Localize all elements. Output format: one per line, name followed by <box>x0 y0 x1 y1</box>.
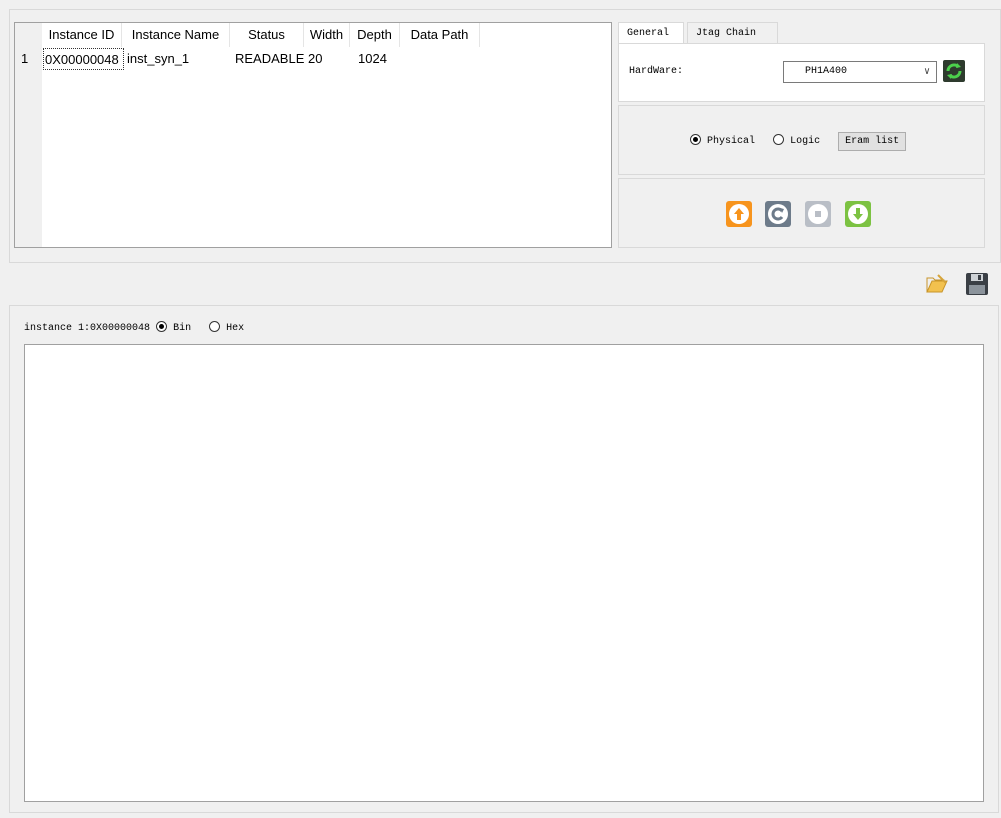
col-instance-name[interactable]: Instance Name <box>122 23 230 47</box>
tab-jtag-label: Jtag Chain <box>696 28 757 39</box>
reload-button[interactable] <box>765 201 791 227</box>
data-view[interactable] <box>24 344 984 802</box>
download-button[interactable] <box>845 201 871 227</box>
tab-general-label: General <box>627 28 670 39</box>
open-button[interactable] <box>925 272 949 296</box>
hardware-value: PH1A400 <box>805 66 848 77</box>
save-button[interactable] <box>965 272 989 296</box>
folder-open-icon <box>926 274 948 293</box>
physical-label: Physical <box>707 136 756 147</box>
eram-list-button[interactable]: Eram list <box>838 132 907 151</box>
refresh-icon <box>768 204 788 224</box>
mode-panel: Physical Logic Eram list <box>618 105 985 175</box>
physical-radio[interactable]: Physical <box>690 134 756 147</box>
floppy-disk-icon <box>966 273 988 295</box>
row-index: 1 <box>21 51 29 66</box>
general-panel: HardWare: PH1A400 ∨ <box>618 43 985 102</box>
hex-radio[interactable]: Hex <box>209 321 245 334</box>
hardware-label: HardWare: <box>629 66 684 77</box>
row-gutter <box>15 23 42 247</box>
radio-selected-icon <box>156 321 168 332</box>
cell-depth[interactable]: 1024 <box>358 48 387 70</box>
hex-label: Hex <box>226 323 245 334</box>
col-data-path[interactable]: Data Path <box>400 23 480 47</box>
col-instance-id[interactable]: Instance ID <box>42 23 122 47</box>
cell-instance-id[interactable]: 0X00000048 <box>43 48 124 70</box>
radio-empty-icon <box>773 134 785 145</box>
refresh-hardware-button[interactable] <box>943 60 965 82</box>
radio-empty-icon <box>209 321 221 332</box>
hardware-select[interactable]: PH1A400 ∨ <box>783 61 937 83</box>
col-depth[interactable]: Depth <box>350 23 400 47</box>
tab-general[interactable]: General <box>618 22 684 44</box>
chevron-down-icon: ∨ <box>923 67 930 78</box>
tab-jtag-chain[interactable]: Jtag Chain <box>687 22 778 43</box>
radio-selected-icon <box>690 134 701 145</box>
sync-icon <box>946 63 962 79</box>
actions-panel <box>618 178 985 248</box>
arrow-up-icon <box>729 204 749 224</box>
logic-label: Logic <box>790 136 821 147</box>
bin-radio[interactable]: Bin <box>156 321 192 334</box>
instance-format-bar: instance 1:0X00000048 Bin Hex <box>24 321 244 334</box>
stop-button[interactable] <box>805 201 831 227</box>
table-header: Instance ID Instance Name Status Width D… <box>15 23 611 47</box>
col-status[interactable]: Status <box>230 23 304 47</box>
cell-width[interactable]: 20 <box>308 48 322 70</box>
bin-label: Bin <box>173 323 192 334</box>
col-width[interactable]: Width <box>304 23 350 47</box>
arrow-down-icon <box>848 204 868 224</box>
cell-status[interactable]: READABLE <box>235 48 304 70</box>
instance-label: instance 1:0X00000048 <box>24 323 151 334</box>
stop-icon <box>808 204 828 224</box>
cell-instance-name[interactable]: inst_syn_1 <box>127 48 189 70</box>
instance-table[interactable]: Instance ID Instance Name Status Width D… <box>14 22 612 248</box>
upload-button[interactable] <box>726 201 752 227</box>
logic-radio[interactable]: Logic <box>773 134 821 147</box>
